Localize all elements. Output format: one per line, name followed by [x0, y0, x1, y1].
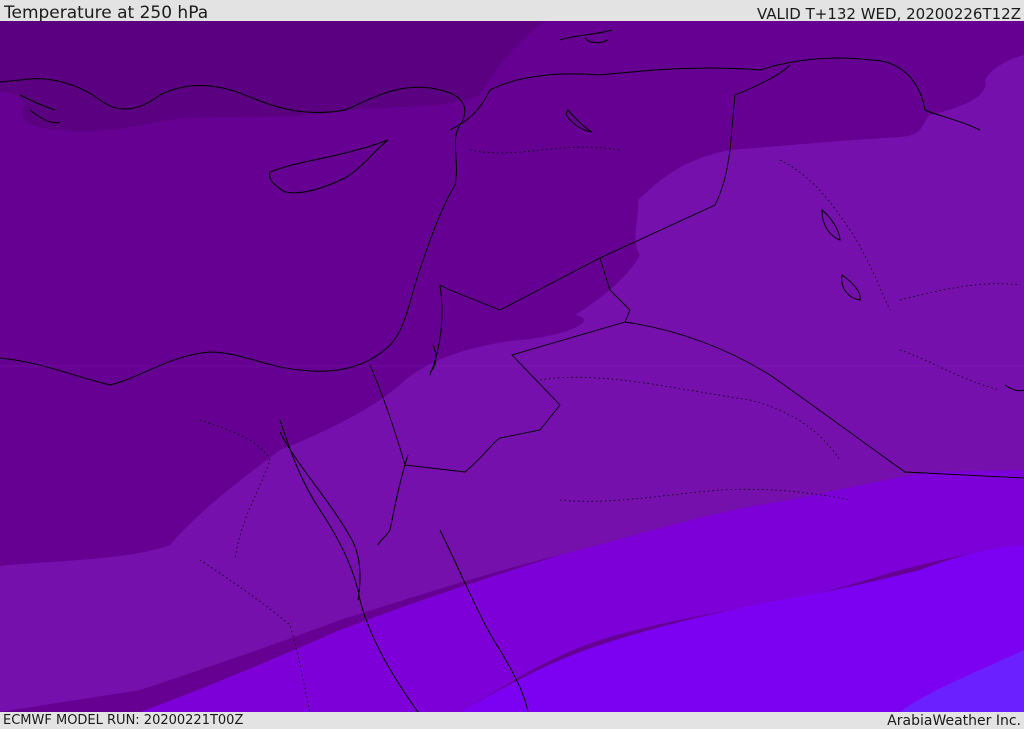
map-title: Temperature at 250 hPa	[4, 3, 209, 23]
model-run: ECMWF MODEL RUN: 20200221T00Z	[3, 713, 244, 728]
credit-text: ArabiaWeather Inc.	[887, 713, 1021, 729]
temperature-map[interactable]	[0, 21, 1024, 712]
